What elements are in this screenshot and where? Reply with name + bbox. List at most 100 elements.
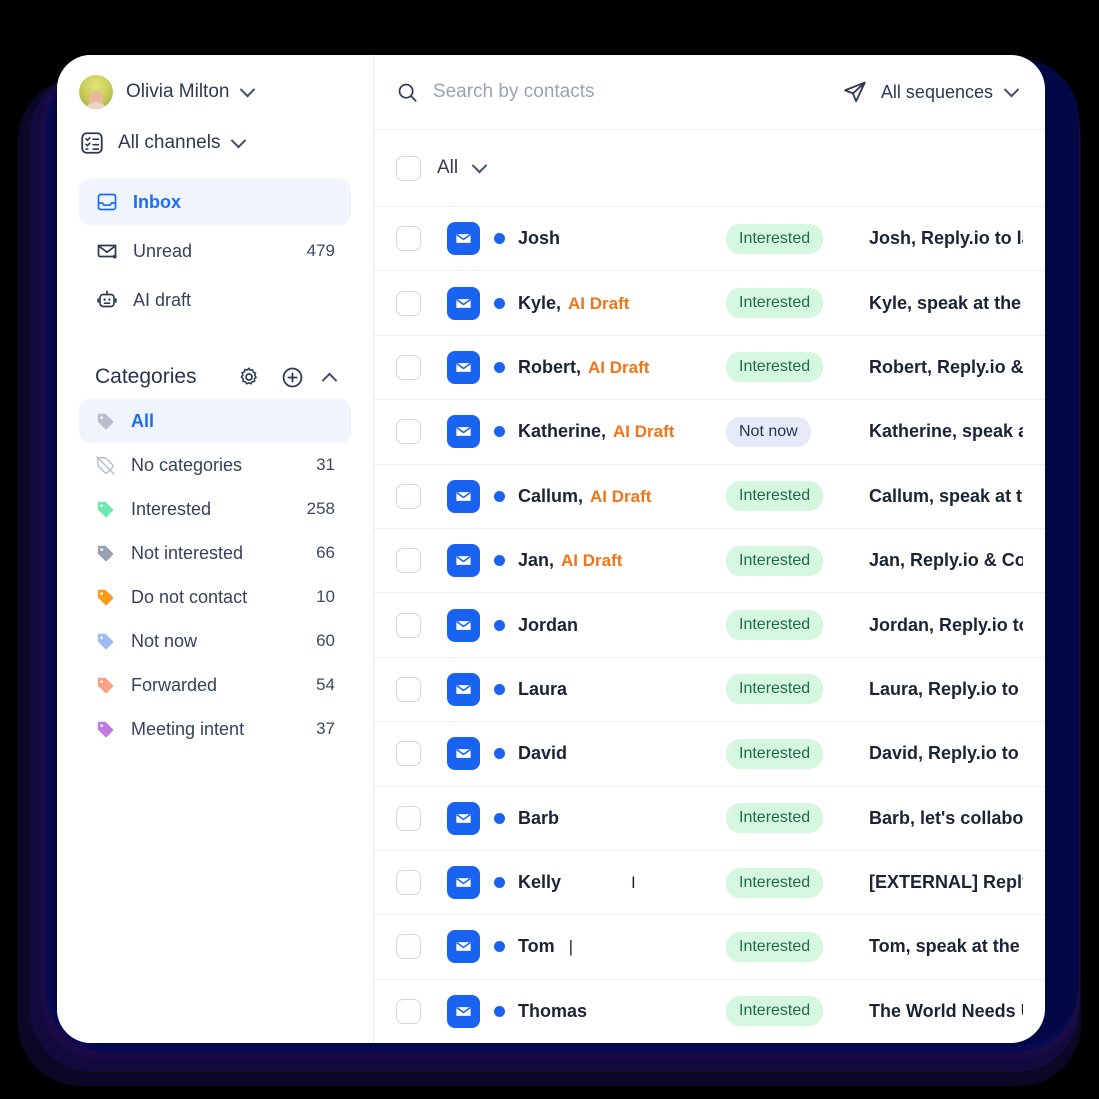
- status-badge[interactable]: Interested: [726, 803, 824, 834]
- sender-cell: Jordan: [518, 615, 726, 636]
- table-row[interactable]: Jordan Interested Jordan, Reply.io to la…: [374, 593, 1045, 658]
- user-name: Olivia Milton: [126, 81, 230, 102]
- category-label: All: [131, 410, 155, 431]
- tag-icon: [97, 545, 114, 561]
- row-checkbox[interactable]: [396, 419, 421, 445]
- status-badge[interactable]: Interested: [726, 352, 824, 383]
- sidebar-item-inbox[interactable]: Inbox: [79, 179, 351, 225]
- sequences-label: All sequences: [880, 81, 993, 102]
- table-row[interactable]: Thomas Interested The World Needs Ukrai: [374, 980, 1045, 1043]
- gear-icon[interactable]: [237, 365, 261, 389]
- row-checkbox[interactable]: [396, 548, 421, 574]
- user-account-switcher[interactable]: Olivia Milton: [79, 55, 351, 117]
- sidebar-item-label: Inbox: [133, 191, 181, 212]
- channel-label: All channels: [118, 132, 221, 153]
- email-channel-icon: [447, 866, 480, 900]
- sender-name: Tom: [518, 936, 555, 957]
- row-checkbox[interactable]: [396, 483, 421, 509]
- status-badge[interactable]: Interested: [726, 931, 824, 962]
- status-badge[interactable]: Interested: [726, 867, 824, 898]
- row-checkbox[interactable]: [396, 805, 421, 831]
- table-row[interactable]: Callum, AI Draft Interested Callum, spea…: [374, 465, 1045, 529]
- category-label: Do not contact: [131, 586, 248, 607]
- category-item-not-interested[interactable]: Not interested 66: [79, 531, 351, 575]
- category-count: 60: [316, 631, 335, 650]
- badge-slot: Interested: [726, 481, 869, 512]
- chevron-down-icon[interactable]: [471, 157, 488, 173]
- table-row[interactable]: Barb Interested Barb, let's collaborate: [374, 787, 1045, 851]
- category-item-do-not-contact[interactable]: Do not contact 10: [79, 575, 351, 619]
- sender-cell: Katherine, AI Draft: [518, 421, 726, 442]
- row-checkbox[interactable]: [396, 290, 421, 316]
- status-badge[interactable]: Interested: [726, 288, 824, 319]
- table-row[interactable]: Josh Interested Josh, Reply.io to launch: [374, 207, 1045, 272]
- email-channel-icon: [447, 672, 480, 706]
- list-select-bar: All: [374, 130, 1045, 207]
- channel-selector[interactable]: All channels: [79, 117, 351, 169]
- sender-name: Kyle,: [518, 292, 562, 313]
- status-badge[interactable]: Not now: [726, 416, 811, 447]
- category-item-interested[interactable]: Interested 258: [79, 487, 351, 531]
- email-subject: The World Needs Ukrai: [869, 1000, 1023, 1021]
- category-item-meeting-intent[interactable]: Meeting intent 37: [79, 707, 351, 751]
- email-channel-icon: [447, 544, 480, 578]
- table-row[interactable]: Laura Interested Laura, Reply.io to laun…: [374, 658, 1045, 723]
- status-badge[interactable]: Interested: [726, 996, 824, 1027]
- sender-name: Josh: [518, 228, 561, 249]
- sender-cell: Kyle, AI Draft: [518, 293, 726, 314]
- sender-name: Kelly: [518, 872, 562, 893]
- row-checkbox[interactable]: [396, 226, 421, 252]
- sidebar-item-ai-draft[interactable]: AI draft: [79, 277, 351, 323]
- search-input[interactable]: [432, 81, 842, 103]
- plus-circle-icon[interactable]: [280, 365, 305, 390]
- table-row[interactable]: Kelly I Interested [EXTERNAL] Reply.io L…: [374, 851, 1045, 916]
- status-badge[interactable]: Interested: [726, 223, 824, 254]
- email-subject: Laura, Reply.io to launc: [869, 678, 1023, 699]
- table-row[interactable]: Tom | Interested Tom, speak at the B2B: [374, 915, 1045, 980]
- status-badge[interactable]: Interested: [726, 738, 824, 769]
- table-row[interactable]: Jan, AI Draft Interested Jan, Reply.io &…: [374, 529, 1045, 594]
- row-checkbox[interactable]: [396, 741, 421, 767]
- category-item-forwarded[interactable]: Forwarded 54: [79, 663, 351, 707]
- email-channel-icon: [447, 415, 480, 449]
- badge-slot: Interested: [726, 288, 869, 319]
- category-item-not-now[interactable]: Not now 60: [79, 619, 351, 663]
- row-checkbox[interactable]: [396, 870, 421, 896]
- table-row[interactable]: Robert, AI Draft Interested Robert, Repl…: [374, 336, 1045, 401]
- select-all-checkbox[interactable]: [396, 155, 421, 181]
- category-item-all[interactable]: All: [79, 399, 351, 443]
- search-area[interactable]: [396, 80, 842, 105]
- category-count: 37: [316, 719, 335, 738]
- sender-name: Barb: [518, 807, 560, 828]
- email-list: Josh Interested Josh, Reply.io to launch: [374, 207, 1045, 1043]
- paper-plane-icon: [844, 81, 866, 103]
- table-row[interactable]: Katherine, AI Draft Not now Katherine, s…: [374, 400, 1045, 465]
- toolbar: All sequences: [374, 55, 1045, 130]
- table-row[interactable]: David Interested David, Reply.io to laun…: [374, 722, 1045, 787]
- badge-slot: Interested: [726, 931, 869, 962]
- status-badge[interactable]: Interested: [726, 481, 824, 512]
- badge-slot: Interested: [726, 996, 869, 1027]
- primary-nav: Inbox Unread 479 AI draft: [79, 179, 351, 323]
- row-checkbox[interactable]: [396, 934, 421, 960]
- chevron-up-icon[interactable]: [321, 372, 338, 388]
- table-row[interactable]: Kyle, AI Draft Interested Kyle, speak at…: [374, 271, 1045, 336]
- unread-indicator: [494, 555, 505, 567]
- row-checkbox[interactable]: [396, 354, 421, 380]
- sidebar-item-count: 479: [306, 241, 335, 260]
- status-badge[interactable]: Interested: [726, 610, 824, 641]
- row-checkbox[interactable]: [396, 998, 421, 1024]
- row-checkbox[interactable]: [396, 612, 421, 638]
- category-item-no-categories[interactable]: No categories 31: [79, 443, 351, 487]
- category-label: Interested: [131, 498, 212, 519]
- sidebar-item-unread[interactable]: Unread 479: [79, 228, 351, 274]
- status-badge[interactable]: Interested: [726, 674, 824, 705]
- ai-draft-tag: AI Draft: [613, 422, 675, 442]
- email-subject: Katherine, speak at the C: [869, 421, 1023, 442]
- badge-slot: Interested: [726, 738, 869, 769]
- sender-name: Katherine,: [518, 421, 607, 442]
- row-checkbox[interactable]: [396, 676, 421, 702]
- avatar: [79, 75, 113, 109]
- sequences-filter[interactable]: All sequences: [842, 79, 1023, 105]
- status-badge[interactable]: Interested: [726, 545, 824, 576]
